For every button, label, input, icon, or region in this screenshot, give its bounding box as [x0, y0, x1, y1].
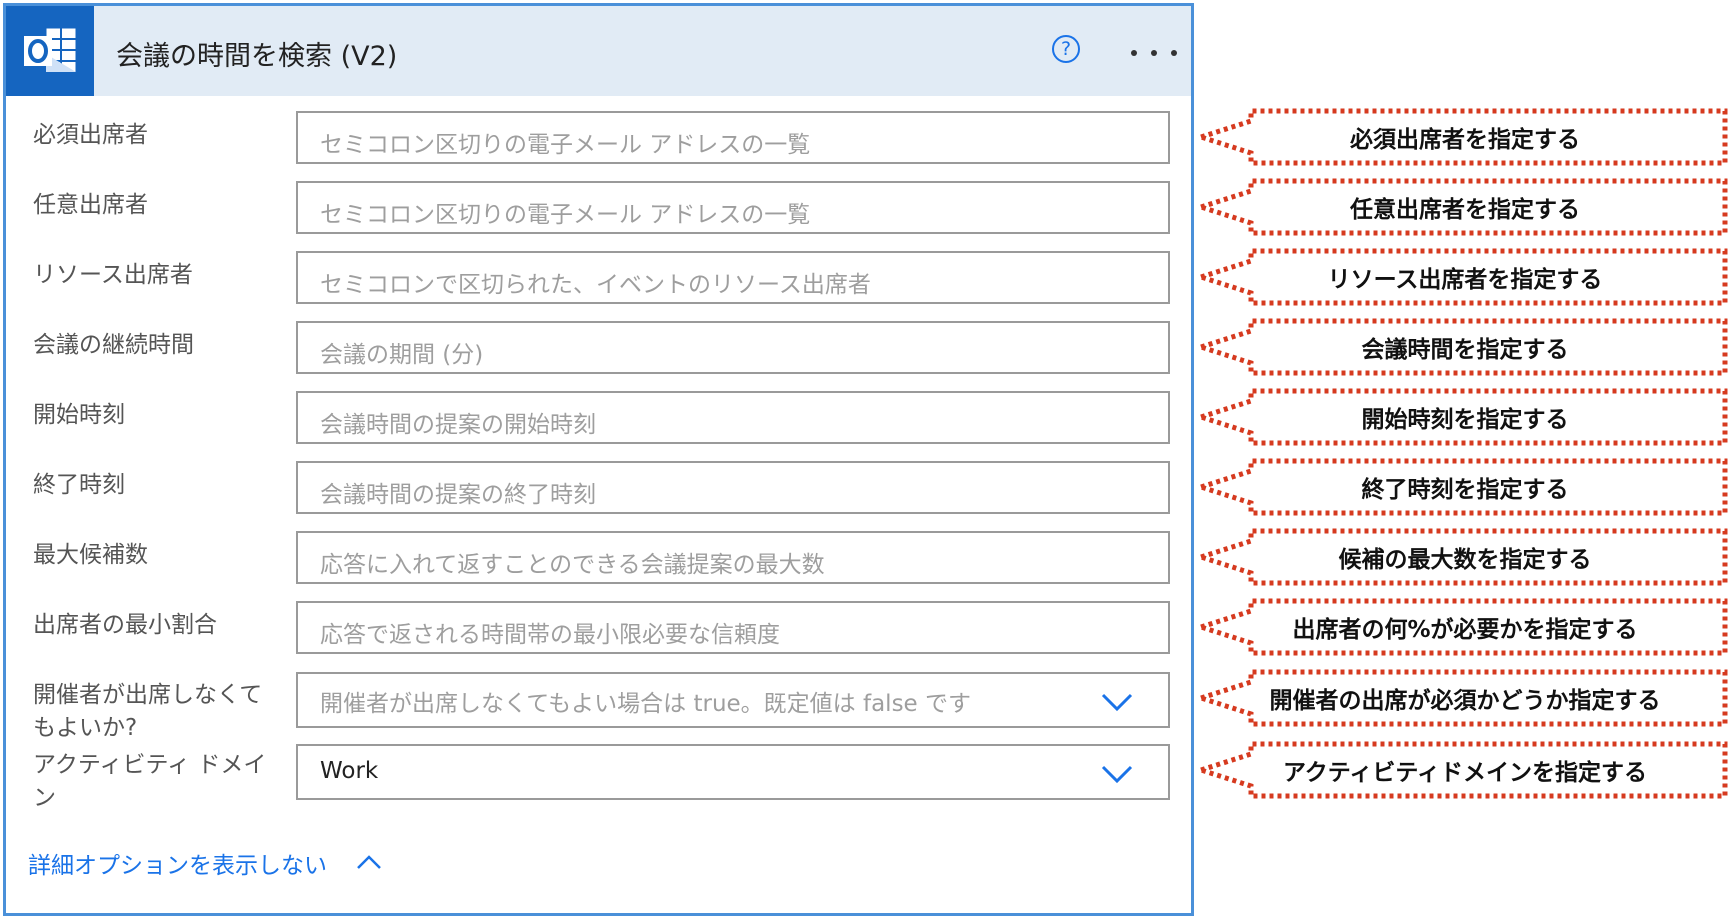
- is-organizer-optional-select[interactable]: 開催者が出席しなくてもよい場合は true。既定値は false です: [296, 672, 1170, 728]
- card-header: 会議の時間を検索 (V2) ?: [6, 6, 1191, 96]
- start-time-input[interactable]: 会議時間の提案の開始時刻: [296, 391, 1170, 444]
- more-horizontal-icon[interactable]: [1131, 50, 1177, 58]
- card-title: 会議の時間を検索 (V2): [116, 41, 398, 72]
- optional-attendees-label: 任意出席者: [33, 192, 148, 218]
- activity-domain-label: アクティビティ ドメイ ン: [33, 749, 283, 815]
- activity-domain-select[interactable]: Work: [296, 744, 1170, 800]
- callout-meeting-duration: 会議時間を指定する: [1361, 337, 1569, 363]
- meeting-duration-placeholder: 会議の期間 (分): [320, 342, 484, 368]
- resource-attendees-input[interactable]: セミコロンで区切られた、イベントのリソース出席者: [296, 251, 1170, 304]
- required-attendees-input[interactable]: セミコロン区切りの電子メール アドレスの一覧: [296, 111, 1170, 164]
- end-time-input[interactable]: 会議時間の提案の終了時刻: [296, 461, 1170, 514]
- callout-start-time: 開始時刻を指定する: [1361, 407, 1569, 433]
- minimum-attendee-percentage-placeholder: 応答で返される時間帯の最小限必要な信頼度: [320, 622, 780, 648]
- max-candidates-placeholder: 応答に入れて返すことのできる会議提案の最大数: [320, 552, 825, 578]
- is-organizer-optional-label: 開催者が出席しなくて もよいか?: [33, 679, 283, 745]
- callout-end-time: 終了時刻を指定する: [1361, 477, 1569, 503]
- callout-required-attendees: 必須出席者を指定する: [1350, 127, 1580, 153]
- required-attendees-placeholder: セミコロン区切りの電子メール アドレスの一覧: [320, 132, 811, 158]
- chevron-down-icon[interactable]: [1100, 692, 1134, 712]
- callout-max-candidates: 候補の最大数を指定する: [1338, 547, 1592, 573]
- help-circle-icon[interactable]: ?: [1052, 35, 1080, 63]
- callout-is-organizer-optional: 開催者の出席が必須かどうか指定する: [1269, 688, 1661, 714]
- outlook-icon: [6, 6, 94, 96]
- optional-attendees-placeholder: セミコロン区切りの電子メール アドレスの一覧: [320, 202, 811, 228]
- max-candidates-label: 最大候補数: [33, 542, 148, 568]
- activity-domain-label-line1: アクティビティ ドメイ: [33, 752, 267, 778]
- minimum-attendee-percentage-label: 出席者の最小割合: [33, 612, 217, 638]
- meeting-duration-input[interactable]: 会議の期間 (分): [296, 321, 1170, 374]
- activity-domain-label-line2: ン: [33, 785, 56, 811]
- is-organizer-optional-label-line1: 開催者が出席しなくて: [33, 682, 263, 708]
- is-organizer-optional-label-line2: もよいか?: [33, 715, 138, 741]
- start-time-placeholder: 会議時間の提案の開始時刻: [320, 412, 596, 438]
- chevron-up-icon[interactable]: [356, 853, 382, 871]
- find-meeting-times-card: 会議の時間を検索 (V2) ? 必須出席者 セミコロン区切りの電子メール アドレ…: [3, 3, 1194, 916]
- callout-resource-attendees: リソース出席者を指定する: [1327, 267, 1603, 293]
- required-attendees-label: 必須出席者: [33, 122, 148, 148]
- hide-advanced-options-link[interactable]: 詳細オプションを表示しない: [28, 846, 327, 880]
- optional-attendees-input[interactable]: セミコロン区切りの電子メール アドレスの一覧: [296, 181, 1170, 234]
- callout-minimum-attendee-percentage: 出席者の何%が必要かを指定する: [1292, 617, 1638, 643]
- is-organizer-optional-placeholder: 開催者が出席しなくてもよい場合は true。既定値は false です: [320, 691, 972, 717]
- start-time-label: 開始時刻: [33, 402, 125, 428]
- activity-domain-value: Work: [320, 758, 379, 784]
- callout-activity-domain: アクティビティドメインを指定する: [1282, 760, 1648, 786]
- minimum-attendee-percentage-input[interactable]: 応答で返される時間帯の最小限必要な信頼度: [296, 601, 1170, 654]
- resource-attendees-placeholder: セミコロンで区切られた、イベントのリソース出席者: [320, 272, 871, 298]
- chevron-down-icon[interactable]: [1100, 764, 1134, 784]
- callout-optional-attendees: 任意出席者を指定する: [1350, 197, 1580, 223]
- end-time-label: 終了時刻: [33, 472, 125, 498]
- meeting-duration-label: 会議の継続時間: [33, 332, 194, 358]
- resource-attendees-label: リソース出席者: [33, 262, 193, 288]
- end-time-placeholder: 会議時間の提案の終了時刻: [320, 482, 596, 508]
- max-candidates-input[interactable]: 応答に入れて返すことのできる会議提案の最大数: [296, 531, 1170, 584]
